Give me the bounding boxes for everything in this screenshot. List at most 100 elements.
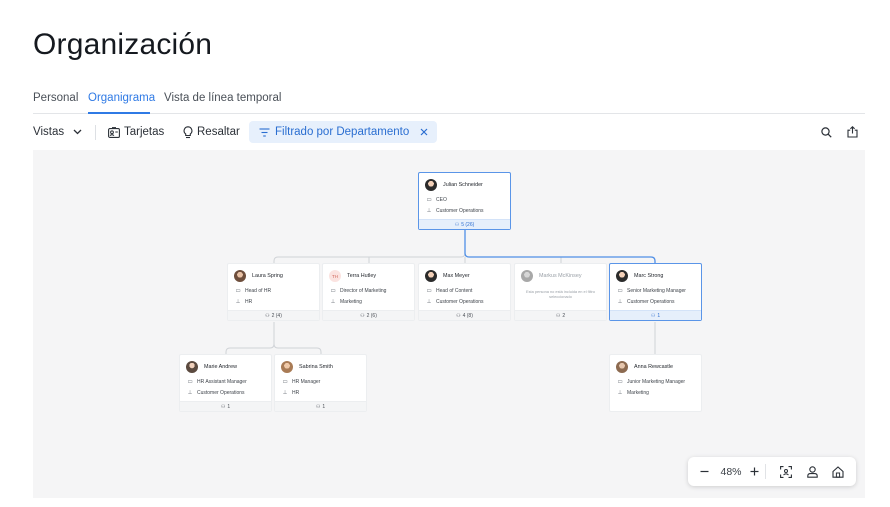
org-structure-icon: ⊥ [426,208,432,214]
tab-organigrama[interactable]: Organigrama [88,92,155,104]
reports-count[interactable]: ⚇ 4 (8) [419,310,510,320]
search-icon [821,126,832,138]
org-card-terra-hutley[interactable]: TH Terra Hutley ▭ Director of Marketing ⊥ M… [322,263,415,321]
org-card-anna-rewcastle[interactable]: Anna Rewcastle ▭ Junior Marketing Manager… [609,354,702,412]
briefcase-icon: ▭ [187,379,193,385]
fit-to-screen-button[interactable] [776,457,796,486]
user-icon [806,465,818,478]
job-title: Head of Content [436,288,473,294]
org-structure-icon: ⊥ [617,390,623,396]
filter-label: Filtrado por Departamento [275,126,410,138]
department: Marketing [627,390,649,396]
cards-label: Tarjetas [124,126,165,138]
reports-count[interactable]: ⚇ 1 [180,401,271,411]
job-title: Senior Marketing Manager [627,288,686,294]
zoom-out-button[interactable] [694,457,714,486]
cards-button[interactable]: Tarjetas [108,121,164,143]
tab-personal[interactable]: Personal [33,92,78,104]
reports-count-label: 4 (8) [462,312,473,319]
reports-count-label: 2 [562,312,566,319]
avatar [425,270,437,282]
org-card-marc-strong[interactable]: Marc Strong ▭ Senior Marketing Manager ⊥ C… [609,263,702,321]
reports-count[interactable]: ⚇ 5 (26) [419,219,510,229]
toolbar-divider [95,125,96,140]
avatar [234,270,246,282]
reports-count[interactable]: ⚇ 1 [610,310,701,320]
zoom-level: 48% [720,465,742,478]
reports-count-label: 5 (26) [461,221,475,228]
person-name: Markus McKinsey [539,273,582,279]
person-name: Marc Strong [634,273,664,279]
org-card-markus-mckinsey[interactable]: Markus McKinsey Esta persona no está inc… [514,263,607,321]
org-card-max-meyer[interactable]: Max Meyer ▭ Head of Content ⊥ Customer Ope… [418,263,511,321]
job-title: HR Manager [292,379,321,385]
search-button[interactable] [821,121,832,143]
briefcase-icon: ▭ [282,379,288,385]
avatar [521,270,533,282]
job-title: Junior Marketing Manager [627,379,686,385]
briefcase-icon: ▭ [426,288,432,294]
org-structure-icon: ⊥ [235,299,241,305]
people-icon: ⚇ [265,312,270,319]
avatar [425,179,437,191]
department: Customer Operations [436,299,484,305]
org-structure-icon: ⊥ [187,390,193,396]
org-structure-icon: ⊥ [330,299,336,305]
id-card-icon [108,126,120,138]
department-filter-chip[interactable]: Filtrado por Departamento [249,121,437,143]
plus-icon [750,467,759,476]
department: HR [245,299,253,305]
home-icon [832,465,844,478]
home-button[interactable] [828,457,848,486]
org-card-marie-andrew[interactable]: Marie Andrew ▭ HR Assistant Manager ⊥ Cust… [179,354,272,412]
people-icon: ⚇ [456,312,461,319]
person-name: Marie Andrew [204,364,237,370]
job-title: Director of Marketing [340,288,387,294]
org-structure-icon: ⊥ [617,299,623,305]
views-dropdown[interactable]: Vistas [33,121,82,143]
job-title: CEO [436,197,447,203]
tab-timeline[interactable]: Vista de línea temporal [164,92,281,104]
department: Customer Operations [436,208,484,214]
reports-count-label: 1 [227,403,231,410]
reports-count[interactable]: ⚇ 2 (6) [323,310,414,320]
people-icon: ⚇ [454,221,460,228]
views-label: Vistas [33,126,65,138]
filter-exclusion-note: Esta persona no está incluida en el filt… [526,289,595,299]
department: HR [292,390,300,396]
org-structure-icon: ⊥ [426,299,432,305]
page-title: Organización [33,28,213,61]
zoom-in-button[interactable] [744,457,764,486]
export-button[interactable] [847,121,858,143]
reports-count[interactable]: ⚇ 2 (4) [228,310,319,320]
briefcase-icon: ▭ [330,288,336,294]
briefcase-icon: ▭ [617,288,623,294]
job-title: HR Assistant Manager [197,379,247,385]
department: Customer Operations [197,390,245,396]
reports-count-label: 1 [322,403,326,410]
tab-bar: Personal Organigrama Vista de línea temp… [33,86,865,114]
reports-count[interactable]: ⚇ 1 [275,401,366,411]
avatar [186,361,198,373]
department: Customer Operations [627,299,675,305]
person-name: Julian Schneider [443,182,483,188]
org-card-sabrina-smith[interactable]: Sabrina Smith ▭ HR Manager ⊥ HR ⚇ 1 [274,354,367,412]
org-card-laura-spring[interactable]: Laura Spring ▭ Head of HR ⊥ HR ⚇ 2 (4) [227,263,320,321]
org-chart-canvas[interactable]: Julian Schneider ▭ CEO ⊥ Customer Operatio… [33,150,865,498]
org-card-julian-schneider[interactable]: Julian Schneider ▭ CEO ⊥ Customer Operatio… [418,172,511,230]
reports-count[interactable]: ⚇ 2 [515,310,606,320]
briefcase-icon: ▭ [617,379,623,385]
close-icon[interactable] [420,125,428,136]
highlight-button[interactable]: Resaltar [183,121,240,143]
filter-icon [259,127,270,137]
avatar [616,270,628,282]
chevron-down-icon [73,129,82,135]
my-position-button[interactable] [802,457,822,486]
avatar [616,361,628,373]
toolbar: Vistas Tarjetas Resaltar Filtrado por De… [33,121,865,143]
person-name: Sabrina Smith [299,364,333,370]
reports-count-label: 1 [657,312,661,319]
fit-screen-icon [780,465,792,478]
avatar-initials: TH [329,270,341,282]
minus-icon [700,467,709,476]
